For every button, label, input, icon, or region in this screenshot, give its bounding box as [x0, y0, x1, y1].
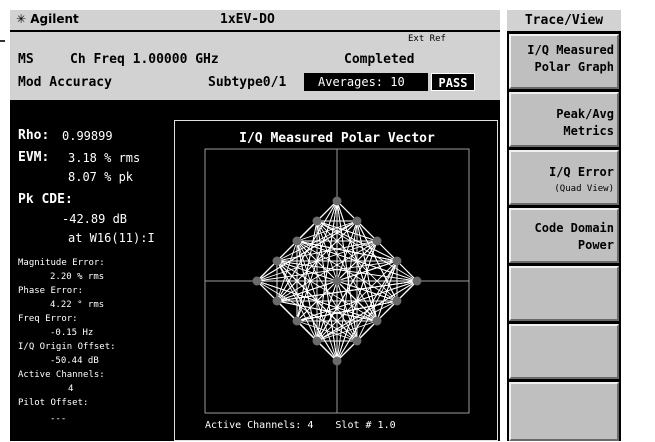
brand-name: Agilent — [30, 12, 79, 26]
pk-cde-label: Pk CDE: — [18, 192, 73, 207]
constellation-point — [312, 336, 322, 346]
evm-label: EVM: — [18, 150, 50, 165]
softkey-panel: Trace/View I/Q Measured Polar Graph Peak… — [507, 10, 621, 441]
channel-frequency: Ch Freq 1.00000 GHz — [70, 52, 219, 67]
magnitude-error-value: 2.20 % rms — [50, 272, 105, 282]
softkey-iq-error[interactable]: I/Q Error (Quad View) — [509, 150, 619, 205]
iq-origin-offset-label: I/Q Origin Offset: — [18, 342, 116, 352]
iq-origin-offset-value: -50.44 dB — [50, 356, 99, 366]
active-channels-value: 4 — [68, 384, 74, 394]
softkey-label: Power — [577, 238, 614, 252]
constellation-point — [332, 196, 342, 206]
softkey-blank-5[interactable] — [509, 266, 619, 321]
footer-slot: Slot # 1.0 — [335, 420, 396, 431]
subtype-label: Subtype0/1 — [208, 75, 287, 90]
constellation-point — [392, 296, 402, 306]
mode-name: 1xEV-DO — [220, 12, 275, 27]
constellation-point — [372, 236, 382, 246]
phase-error-value: 4.22 ° rms — [50, 300, 105, 310]
pk-cde-channel: at W16(11):I — [68, 231, 155, 245]
measurement-info-panel: Ext Ref MS Ch Freq 1.00000 GHz Completed… — [10, 32, 500, 100]
active-channels-label: Active Channels: — [18, 370, 105, 380]
softkey-label: Peak/Avg — [556, 107, 614, 121]
analyzer-screen: ✳ Agilent 1xEV-DO Ext Ref MS Ch Freq 1.0… — [10, 10, 500, 441]
softkey-code-domain-power[interactable]: Code Domain Power — [509, 208, 619, 263]
constellation-point — [272, 296, 282, 306]
measurement-name: Mod Accuracy — [18, 75, 112, 90]
rho-value: 0.99899 — [62, 129, 113, 143]
constellation-point — [352, 336, 362, 346]
constellation-point — [332, 276, 342, 286]
measurement-status: Completed — [344, 52, 415, 67]
agilent-logo: ✳ Agilent — [16, 12, 79, 26]
pilot-offset-label: Pilot Offset: — [18, 398, 89, 408]
magnitude-error-label: Magnitude Error: — [18, 258, 105, 268]
softkey-label: I/Q Measured — [527, 43, 614, 57]
constellation-point — [272, 256, 282, 266]
softkey-iq-measured-polar-graph[interactable]: I/Q Measured Polar Graph — [509, 34, 619, 89]
softkey-sublabel: (Quad View) — [554, 184, 614, 194]
rho-label: Rho: — [18, 128, 50, 143]
plot-footer: Active Channels: 4 Slot # 1.0 — [205, 420, 396, 431]
evm-rms-value: 3.18 % rms — [68, 151, 141, 165]
polar-plot-panel: I/Q Measured Polar Vector Active Channel… — [174, 120, 498, 441]
constellation-point — [392, 256, 402, 266]
constellation-point — [292, 316, 302, 326]
softkey-blank-7[interactable] — [509, 382, 619, 441]
freq-error-label: Freq Error: — [18, 314, 78, 324]
constellation-point — [332, 356, 342, 366]
evm-pk-value: 8.07 % pk — [68, 170, 134, 184]
softkey-label: Code Domain — [534, 221, 614, 235]
averages-box: Averages: 10 — [304, 73, 428, 91]
softkey-blank-6[interactable] — [509, 324, 619, 379]
constellation-point — [292, 236, 302, 246]
footer-active-channels: Active Channels: 4 — [205, 420, 314, 431]
softkey-menu-title: Trace/View — [507, 10, 621, 31]
constellation-point — [352, 216, 362, 226]
constellation-point — [372, 316, 382, 326]
device-type: MS — [18, 52, 34, 67]
pk-cde-value: -42.89 dB — [62, 212, 128, 226]
pilot-offset-value: --- — [50, 414, 67, 424]
agilent-spark-icon: ✳ — [16, 12, 27, 26]
averages-value: Averages: 10 — [318, 75, 405, 89]
freq-error-value: -0.15 Hz — [50, 328, 94, 338]
softkey-peak-avg-metrics[interactable]: Peak/Avg Metrics — [509, 92, 619, 147]
softkey-label: Polar Graph — [534, 60, 614, 74]
constellation-point — [412, 276, 422, 286]
phase-error-label: Phase Error: — [18, 286, 84, 296]
softkey-label: Metrics — [563, 124, 614, 138]
edge-marker — [0, 40, 5, 42]
results-panel: Rho: 0.99899 EVM: 3.18 % rms 8.07 % pk P… — [10, 120, 172, 441]
title-bar: ✳ Agilent 1xEV-DO — [10, 10, 500, 30]
softkey-label: I/Q Error — [548, 165, 614, 179]
pass-badge: PASS — [431, 73, 475, 91]
constellation-point — [312, 216, 322, 226]
polar-vector-graph — [204, 148, 470, 414]
constellation-point — [252, 276, 262, 286]
ext-ref-indicator: Ext Ref — [408, 34, 446, 44]
